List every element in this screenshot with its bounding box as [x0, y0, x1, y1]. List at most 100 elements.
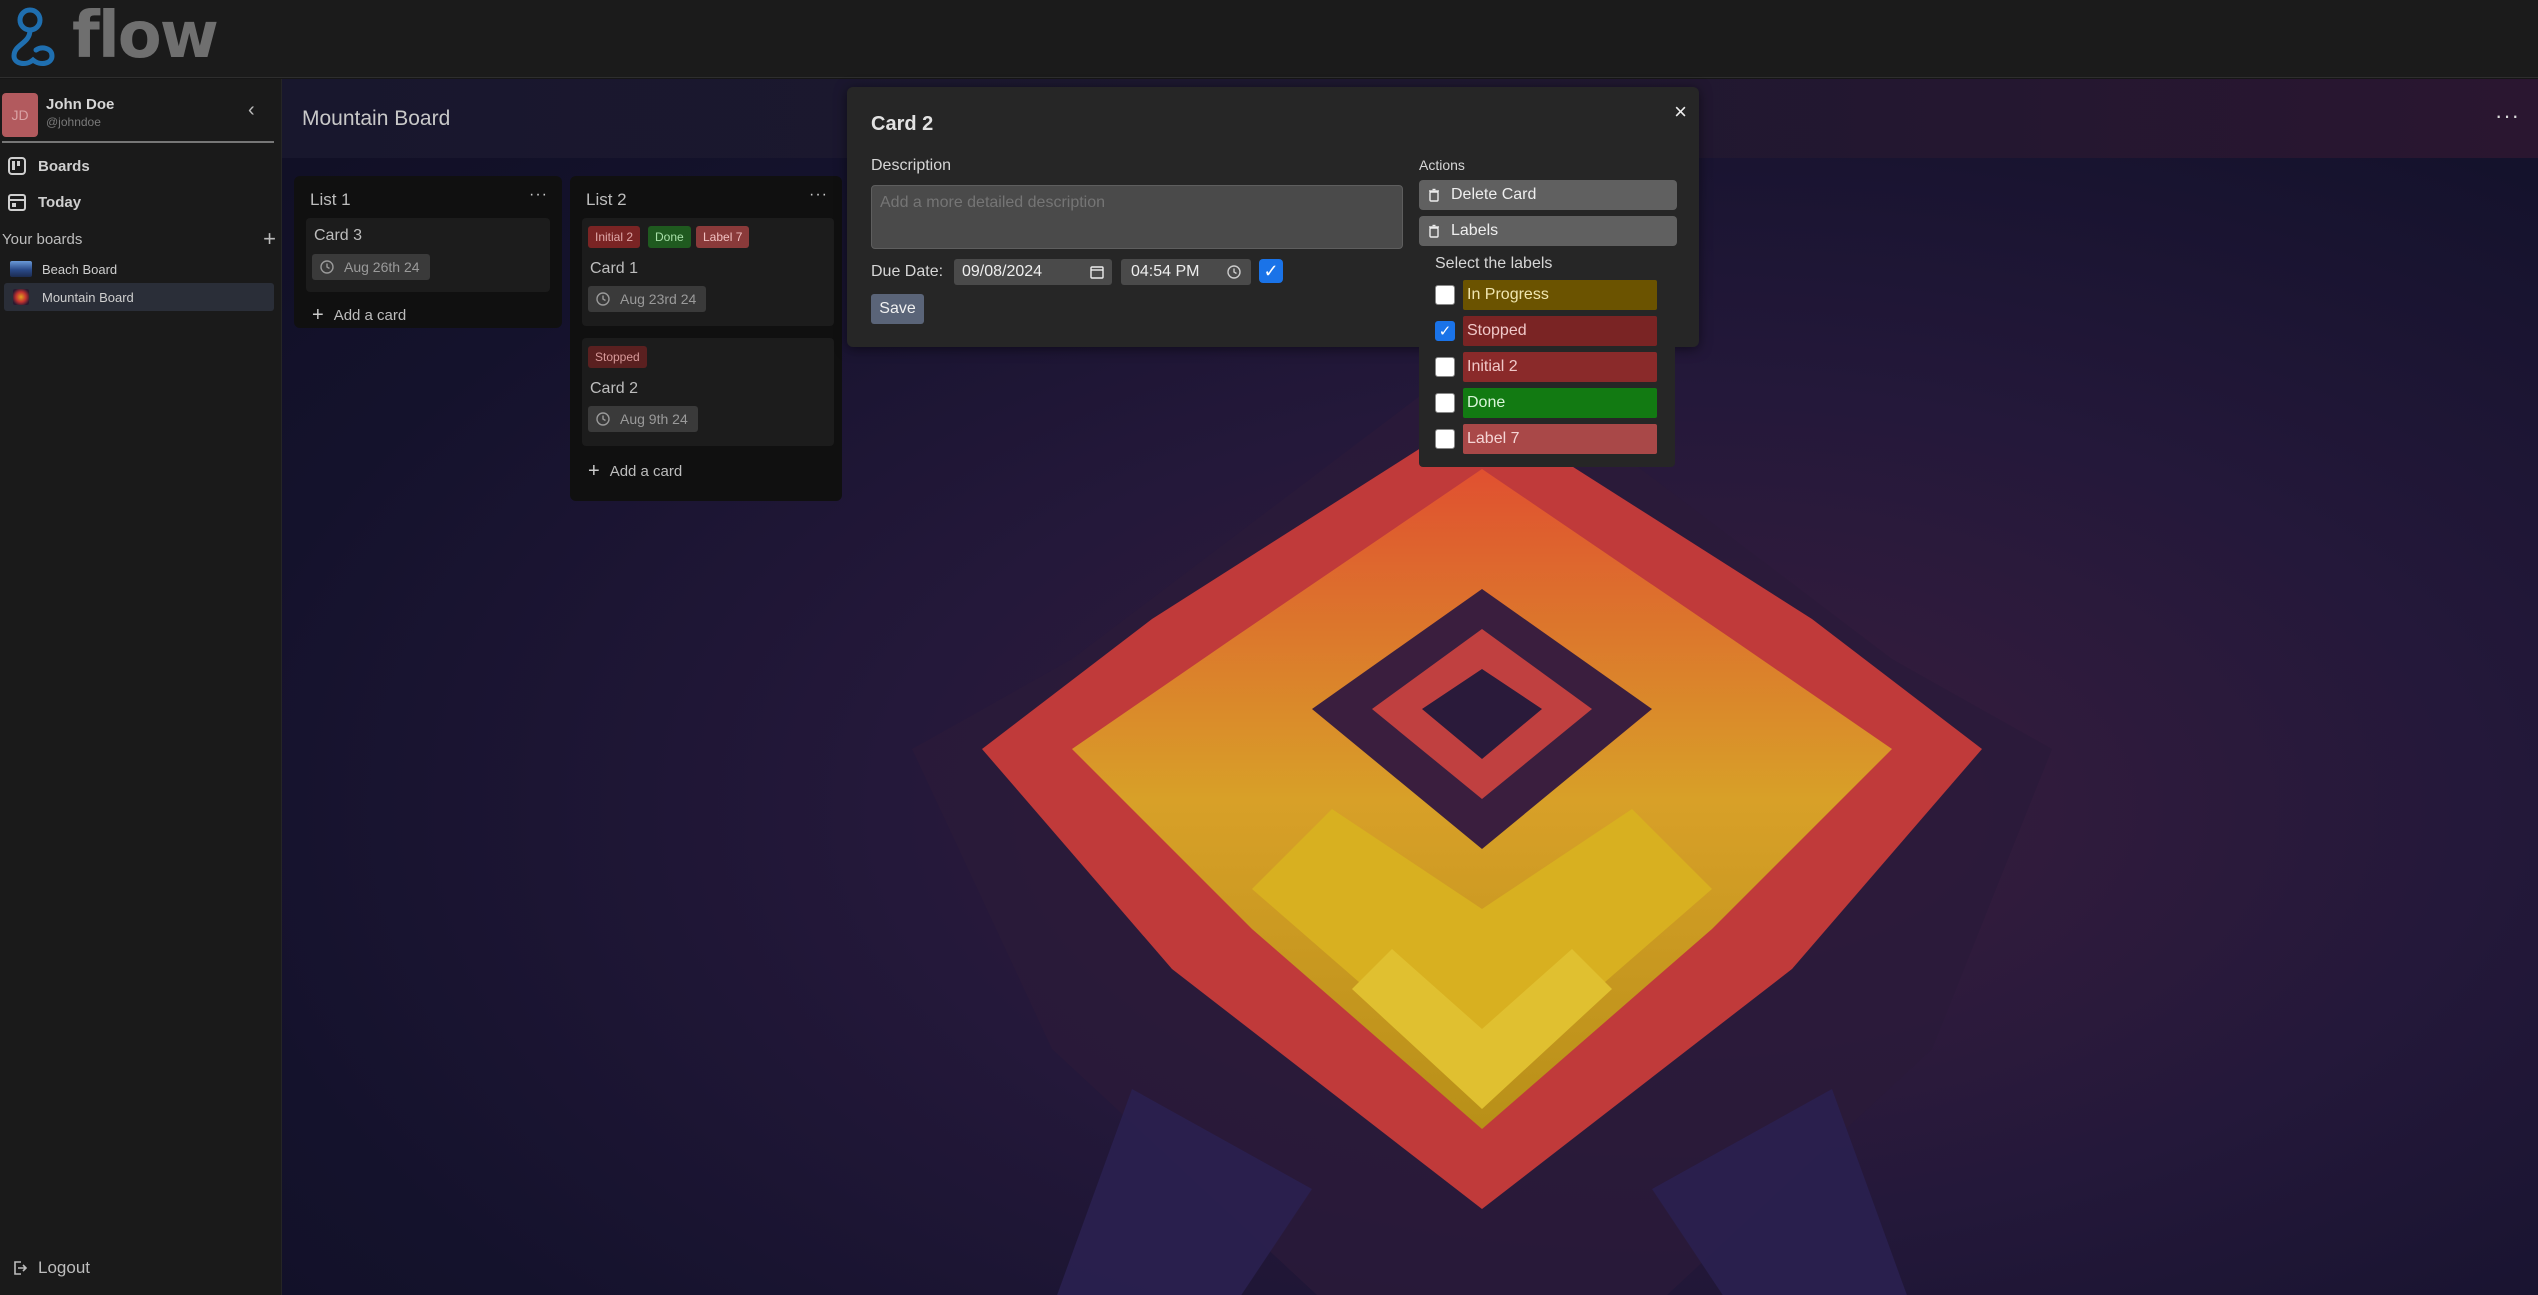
clock-icon	[596, 292, 610, 306]
sidebar-item-boards[interactable]: Boards	[8, 157, 90, 175]
list-menu-icon[interactable]: ···	[529, 186, 548, 204]
card[interactable]: Initial 2 Done Label 7 Card 1 Aug 23rd 2…	[582, 218, 834, 326]
label-checkbox[interactable]	[1435, 393, 1455, 413]
due-date-text: Aug 26th 24	[344, 259, 420, 275]
sidebar: JD John Doe @johndoe ‹ Boards Today Your…	[0, 79, 282, 1295]
due-date-text: Aug 9th 24	[620, 411, 688, 427]
plus-icon: +	[588, 460, 600, 482]
user-handle: @johndoe	[46, 115, 101, 129]
board-background-art	[912, 349, 2052, 1295]
top-bar: flow	[0, 0, 2538, 78]
label-selector: Select the labels In Progress ✓ Stopped Ini…	[1419, 247, 1675, 467]
board-title: Mountain Board	[302, 107, 451, 130]
label-checkbox[interactable]	[1435, 429, 1455, 449]
label-checkbox[interactable]	[1435, 285, 1455, 305]
label-option[interactable]: In Progress	[1435, 279, 1661, 311]
trash-icon	[1429, 188, 1439, 202]
due-date-value: 09/08/2024	[962, 263, 1043, 280]
due-time-input[interactable]: 04:54 PM	[1121, 259, 1251, 285]
card-label-label7: Label 7	[696, 226, 750, 248]
calendar-icon[interactable]	[1090, 265, 1104, 279]
label-option[interactable]: ✓ Stopped	[1435, 315, 1661, 347]
sidebar-item-label: Boards	[38, 157, 90, 175]
boards-icon	[8, 157, 26, 175]
add-board-icon[interactable]: +	[263, 228, 276, 250]
clock-icon	[596, 412, 610, 426]
label-option[interactable]: Done	[1435, 387, 1661, 419]
logout-button[interactable]: Logout	[12, 1258, 90, 1278]
sidebar-board-mountain[interactable]: Mountain Board	[4, 283, 274, 311]
card-detail-modal: Card 2 × Description Due Date: 09/08/202…	[847, 87, 1699, 467]
sidebar-item-label: Today	[38, 193, 82, 211]
description-input[interactable]	[871, 185, 1403, 249]
close-icon[interactable]: ×	[1674, 99, 1687, 125]
logout-label: Logout	[38, 1258, 90, 1277]
add-card-label: Add a card	[609, 463, 683, 480]
flow-logo-icon	[11, 7, 55, 66]
card-label-initial2: Initial 2	[588, 226, 641, 248]
due-time-value: 04:54 PM	[1131, 263, 1200, 280]
card-label-stopped: Stopped	[588, 346, 647, 368]
clock-icon[interactable]	[1227, 265, 1241, 279]
card[interactable]: Stopped Card 2 Aug 9th 24	[582, 338, 834, 446]
card-label-done: Done	[648, 226, 691, 248]
due-date-badge: Aug 23rd 24	[588, 286, 707, 312]
card-title: Card 3	[314, 227, 363, 244]
actions-label: Actions	[1419, 157, 1465, 173]
your-boards-label: Your boards	[2, 231, 83, 248]
user-name: John Doe	[46, 96, 115, 113]
label-chip[interactable]: Stopped	[1463, 316, 1657, 346]
list-title: List 2	[586, 190, 627, 209]
calendar-icon	[8, 194, 26, 211]
due-date-input[interactable]: 09/08/2024	[954, 259, 1112, 285]
logout-icon	[14, 1261, 28, 1275]
user-profile[interactable]: JD John Doe @johndoe ‹	[2, 93, 274, 143]
labels-button[interactable]: Labels	[1419, 216, 1677, 246]
label-option[interactable]: Label 7	[1435, 423, 1661, 455]
delete-card-button[interactable]: Delete Card	[1419, 180, 1677, 210]
clock-icon	[320, 260, 334, 274]
label-chip[interactable]: Label 7	[1463, 424, 1657, 454]
your-boards-header: Your boards +	[2, 228, 276, 250]
app-logo[interactable]: flow	[6, 0, 219, 73]
label-option[interactable]: Initial 2	[1435, 351, 1661, 383]
list-2: List 2 ··· Initial 2 Done Label 7 Card 1…	[570, 176, 842, 501]
avatar: JD	[2, 93, 38, 137]
plus-icon: +	[312, 304, 324, 326]
add-card-button[interactable]: + Add a card	[588, 460, 682, 483]
beach-board-thumbnail	[10, 261, 32, 277]
card[interactable]: Card 3 Aug 26th 24	[306, 218, 550, 292]
label-checkbox[interactable]: ✓	[1435, 321, 1455, 341]
due-date-text: Aug 23rd 24	[620, 291, 697, 307]
due-date-checkbox[interactable]: ✓	[1259, 259, 1283, 283]
add-card-label: Add a card	[333, 307, 407, 324]
trash-icon	[1429, 224, 1439, 238]
mountain-board-thumbnail	[13, 289, 29, 305]
sidebar-board-label: Beach Board	[42, 261, 118, 277]
label-chip[interactable]: In Progress	[1463, 280, 1657, 310]
due-date-badge: Aug 9th 24	[588, 406, 698, 432]
label-chip[interactable]: Initial 2	[1463, 352, 1657, 382]
card-title: Card 1	[590, 260, 639, 277]
modal-title: Card 2	[871, 113, 934, 135]
save-button[interactable]: Save	[871, 294, 924, 324]
label-chip[interactable]: Done	[1463, 388, 1657, 418]
list-title: List 1	[310, 190, 351, 209]
list-menu-icon[interactable]: ···	[809, 186, 828, 204]
label-checkbox[interactable]	[1435, 357, 1455, 377]
card-title: Card 2	[590, 380, 639, 397]
due-date-badge: Aug 26th 24	[312, 254, 430, 280]
add-card-button[interactable]: + Add a card	[312, 304, 406, 327]
board-menu-icon[interactable]: ···	[2495, 103, 2520, 129]
delete-card-label: Delete Card	[1451, 186, 1537, 203]
list-1: List 1 ··· Card 3 Aug 26th 24 + Add a ca…	[294, 176, 562, 328]
sidebar-board-beach[interactable]: Beach Board	[4, 255, 274, 283]
sidebar-item-today[interactable]: Today	[8, 193, 81, 211]
collapse-sidebar-icon[interactable]: ‹	[248, 100, 266, 120]
label-selector-title: Select the labels	[1435, 255, 1553, 272]
sidebar-board-label: Mountain Board	[42, 289, 134, 305]
labels-label: Labels	[1451, 222, 1499, 239]
logo-text: flow	[72, 0, 219, 73]
due-date-label: Due Date:	[871, 263, 944, 280]
description-label: Description	[871, 157, 952, 174]
